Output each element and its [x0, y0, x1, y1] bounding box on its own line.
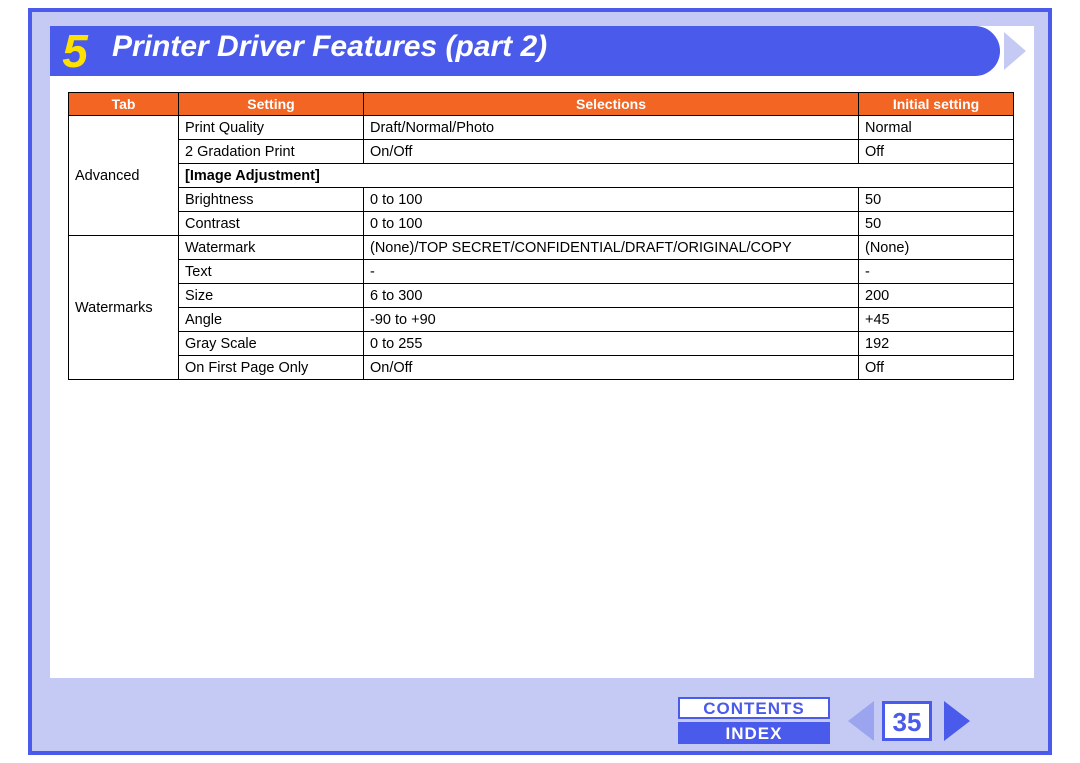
header-selections: Selections	[364, 93, 859, 116]
cell-selections: 0 to 100	[364, 212, 859, 236]
table-row: Brightness 0 to 100 50	[69, 188, 1014, 212]
footer-nav: CONTENTS INDEX 35	[32, 691, 1048, 751]
cell-initial: (None)	[859, 236, 1014, 260]
cell-initial: Off	[859, 356, 1014, 380]
cell-setting: Gray Scale	[179, 332, 364, 356]
content-area: 5 Printer Driver Features (part 2) Tab S…	[50, 26, 1034, 678]
page-title: Printer Driver Features (part 2)	[112, 30, 547, 64]
cell-selections: 0 to 255	[364, 332, 859, 356]
cell-setting: On First Page Only	[179, 356, 364, 380]
table-row: Contrast 0 to 100 50	[69, 212, 1014, 236]
cell-setting: Text	[179, 260, 364, 284]
title-arrow-icon	[1004, 32, 1026, 70]
header-tab: Tab	[69, 93, 179, 116]
section-number: 5	[62, 24, 88, 78]
table-row: [Image Adjustment]	[69, 164, 1014, 188]
header-setting: Setting	[179, 93, 364, 116]
cell-initial: -	[859, 260, 1014, 284]
cell-setting: 2 Gradation Print	[179, 140, 364, 164]
cell-initial: Normal	[859, 116, 1014, 140]
section-number-circle: 5	[50, 26, 100, 76]
title-bar: 5 Printer Driver Features (part 2)	[50, 26, 1034, 76]
cell-setting: Angle	[179, 308, 364, 332]
cell-selections: 6 to 300	[364, 284, 859, 308]
cell-setting: Print Quality	[179, 116, 364, 140]
header-initial: Initial setting	[859, 93, 1014, 116]
cell-selections: Draft/Normal/Photo	[364, 116, 859, 140]
cell-selections: On/Off	[364, 356, 859, 380]
cell-initial: 192	[859, 332, 1014, 356]
cell-initial: 50	[859, 188, 1014, 212]
cell-setting: Brightness	[179, 188, 364, 212]
cell-setting: Contrast	[179, 212, 364, 236]
cell-selections: -90 to +90	[364, 308, 859, 332]
tab-cell-watermarks: Watermarks	[69, 236, 179, 380]
features-table: Tab Setting Selections Initial setting A…	[68, 92, 1014, 380]
index-button[interactable]: INDEX	[678, 722, 830, 744]
contents-button[interactable]: CONTENTS	[678, 697, 830, 719]
table-header-row: Tab Setting Selections Initial setting	[69, 93, 1014, 116]
table-row: Watermarks Watermark (None)/TOP SECRET/C…	[69, 236, 1014, 260]
table-row: On First Page Only On/Off Off	[69, 356, 1014, 380]
table-row: Gray Scale 0 to 255 192	[69, 332, 1014, 356]
cell-initial: Off	[859, 140, 1014, 164]
cell-initial: +45	[859, 308, 1014, 332]
cell-selections: (None)/TOP SECRET/CONFIDENTIAL/DRAFT/ORI…	[364, 236, 859, 260]
table-row: Size 6 to 300 200	[69, 284, 1014, 308]
page-frame: 5 Printer Driver Features (part 2) Tab S…	[28, 8, 1052, 755]
nav-buttons-group: CONTENTS INDEX	[678, 697, 838, 747]
table-body: Advanced Print Quality Draft/Normal/Phot…	[69, 116, 1014, 380]
page-number: 35	[882, 701, 932, 741]
cell-setting: Watermark	[179, 236, 364, 260]
subheading-image-adjustment: [Image Adjustment]	[179, 164, 1014, 188]
prev-page-arrow-icon[interactable]	[848, 701, 874, 741]
cell-setting: Size	[179, 284, 364, 308]
tab-cell-advanced: Advanced	[69, 116, 179, 236]
title-banner: 5 Printer Driver Features (part 2)	[50, 26, 1000, 76]
table-row: Advanced Print Quality Draft/Normal/Phot…	[69, 116, 1014, 140]
cell-selections: On/Off	[364, 140, 859, 164]
cell-selections: -	[364, 260, 859, 284]
cell-selections: 0 to 100	[364, 188, 859, 212]
next-page-arrow-icon[interactable]	[944, 701, 970, 741]
table-row: 2 Gradation Print On/Off Off	[69, 140, 1014, 164]
cell-initial: 200	[859, 284, 1014, 308]
cell-initial: 50	[859, 212, 1014, 236]
table-row: Angle -90 to +90 +45	[69, 308, 1014, 332]
table-row: Text - -	[69, 260, 1014, 284]
